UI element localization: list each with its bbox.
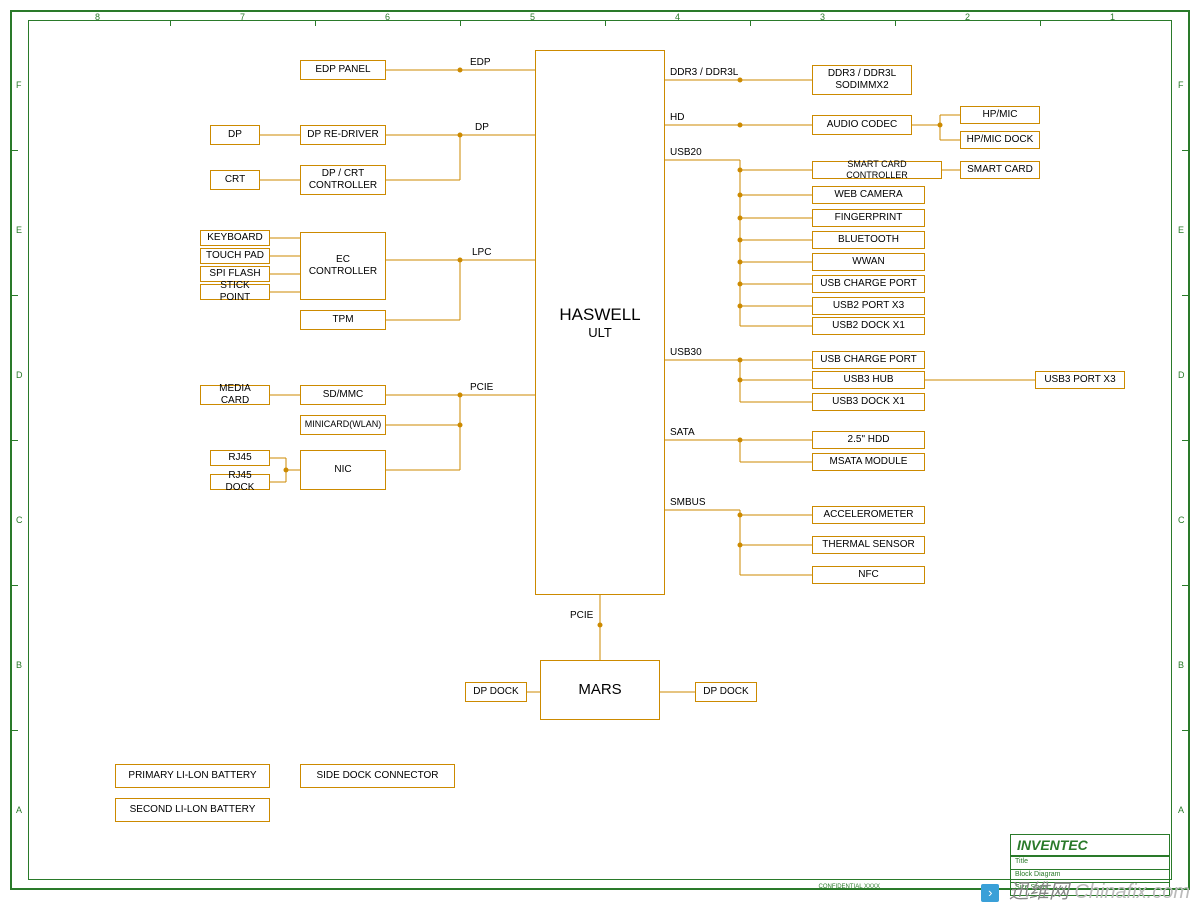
keyboard: KEYBOARD: [200, 230, 270, 246]
fingerprint: FINGERPRINT: [812, 209, 925, 227]
rj45: RJ45: [210, 450, 270, 466]
ddr-sodimm: DDR3 / DDR3L SODIMMX2: [812, 65, 912, 95]
second-battery: SECOND LI-LON BATTERY: [115, 798, 270, 822]
ec-ctrl: EC CONTROLLER: [300, 232, 386, 300]
audio-codec: AUDIO CODEC: [812, 115, 912, 135]
usb3-charge-port: USB CHARGE PORT: [812, 351, 925, 369]
bluetooth: BLUETOOTH: [812, 231, 925, 249]
nic: NIC: [300, 450, 386, 490]
sd-mmc: SD/MMC: [300, 385, 386, 405]
side-dock: SIDE DOCK CONNECTOR: [300, 764, 455, 788]
title-row: Size Sheet: [1011, 882, 1169, 895]
usb3-dock-x1: USB3 DOCK X1: [812, 393, 925, 411]
usb-charge-port-2: USB CHARGE PORT: [812, 275, 925, 293]
bus-usb30: USB30: [670, 347, 702, 358]
nfc: NFC: [812, 566, 925, 584]
msata: MSATA MODULE: [812, 453, 925, 471]
primary-battery: PRIMARY LI-LON BATTERY: [115, 764, 270, 788]
usb3-port-x3: USB3 PORT X3: [1035, 371, 1125, 389]
web-camera: WEB CAMERA: [812, 186, 925, 204]
bus-ddr: DDR3 / DDR3L: [670, 67, 738, 78]
dp-dock-left: DP DOCK: [465, 682, 527, 702]
dp-dock-right: DP DOCK: [695, 682, 757, 702]
media-card: MEDIA CARD: [200, 385, 270, 405]
cpu-block: HASWELL ULT: [535, 50, 665, 595]
bus-edp: EDP: [470, 57, 491, 68]
bus-dp: DP: [475, 122, 489, 133]
dp-crt-ctrl: DP / CRT CONTROLLER: [300, 165, 386, 195]
title-block: INVENTEC Title Block Diagram Size Sheet: [1010, 834, 1170, 896]
dp-connector: DP: [210, 125, 260, 145]
company-name: INVENTEC: [1011, 835, 1169, 856]
wwan: WWAN: [812, 253, 925, 271]
accelerometer: ACCELEROMETER: [812, 506, 925, 524]
cpu-sub: ULT: [588, 325, 612, 341]
bus-sata: SATA: [670, 427, 695, 438]
crt-connector: CRT: [210, 170, 260, 190]
edp-panel: EDP PANEL: [300, 60, 386, 80]
rj45-dock: RJ45 DOCK: [210, 474, 270, 490]
mars-block: MARS: [540, 660, 660, 720]
stick-point: STICK POINT: [200, 284, 270, 300]
bus-hd: HD: [670, 112, 684, 123]
smart-card-ctrl: SMART CARD CONTROLLER: [812, 161, 942, 179]
title-row: Title: [1011, 856, 1169, 869]
bus-pcie-left: PCIE: [470, 382, 493, 393]
confidential-strip: CONFIDENTIAL XXXX: [819, 884, 880, 890]
hdd-25: 2.5" HDD: [812, 431, 925, 449]
usb2-port-x3: USB2 PORT X3: [812, 297, 925, 315]
hp-mic: HP/MIC: [960, 106, 1040, 124]
hp-mic-dock: HP/MIC DOCK: [960, 131, 1040, 149]
usb2-dock-x1: USB2 DOCK X1: [812, 317, 925, 335]
title-row: Block Diagram: [1011, 869, 1169, 882]
bus-usb20: USB20: [670, 147, 702, 158]
thermal-sensor: THERMAL SENSOR: [812, 536, 925, 554]
usb3-hub: USB3 HUB: [812, 371, 925, 389]
cpu-name: HASWELL: [559, 304, 640, 325]
touchpad: TOUCH PAD: [200, 248, 270, 264]
bus-lpc: LPC: [472, 247, 491, 258]
tpm: TPM: [300, 310, 386, 330]
minicard-wlan: MINICARD(WLAN): [300, 415, 386, 435]
bus-pcie-down: PCIE: [570, 610, 593, 621]
dp-redriver: DP RE-DRIVER: [300, 125, 386, 145]
bus-smbus: SMBUS: [670, 497, 706, 508]
smart-card: SMART CARD: [960, 161, 1040, 179]
